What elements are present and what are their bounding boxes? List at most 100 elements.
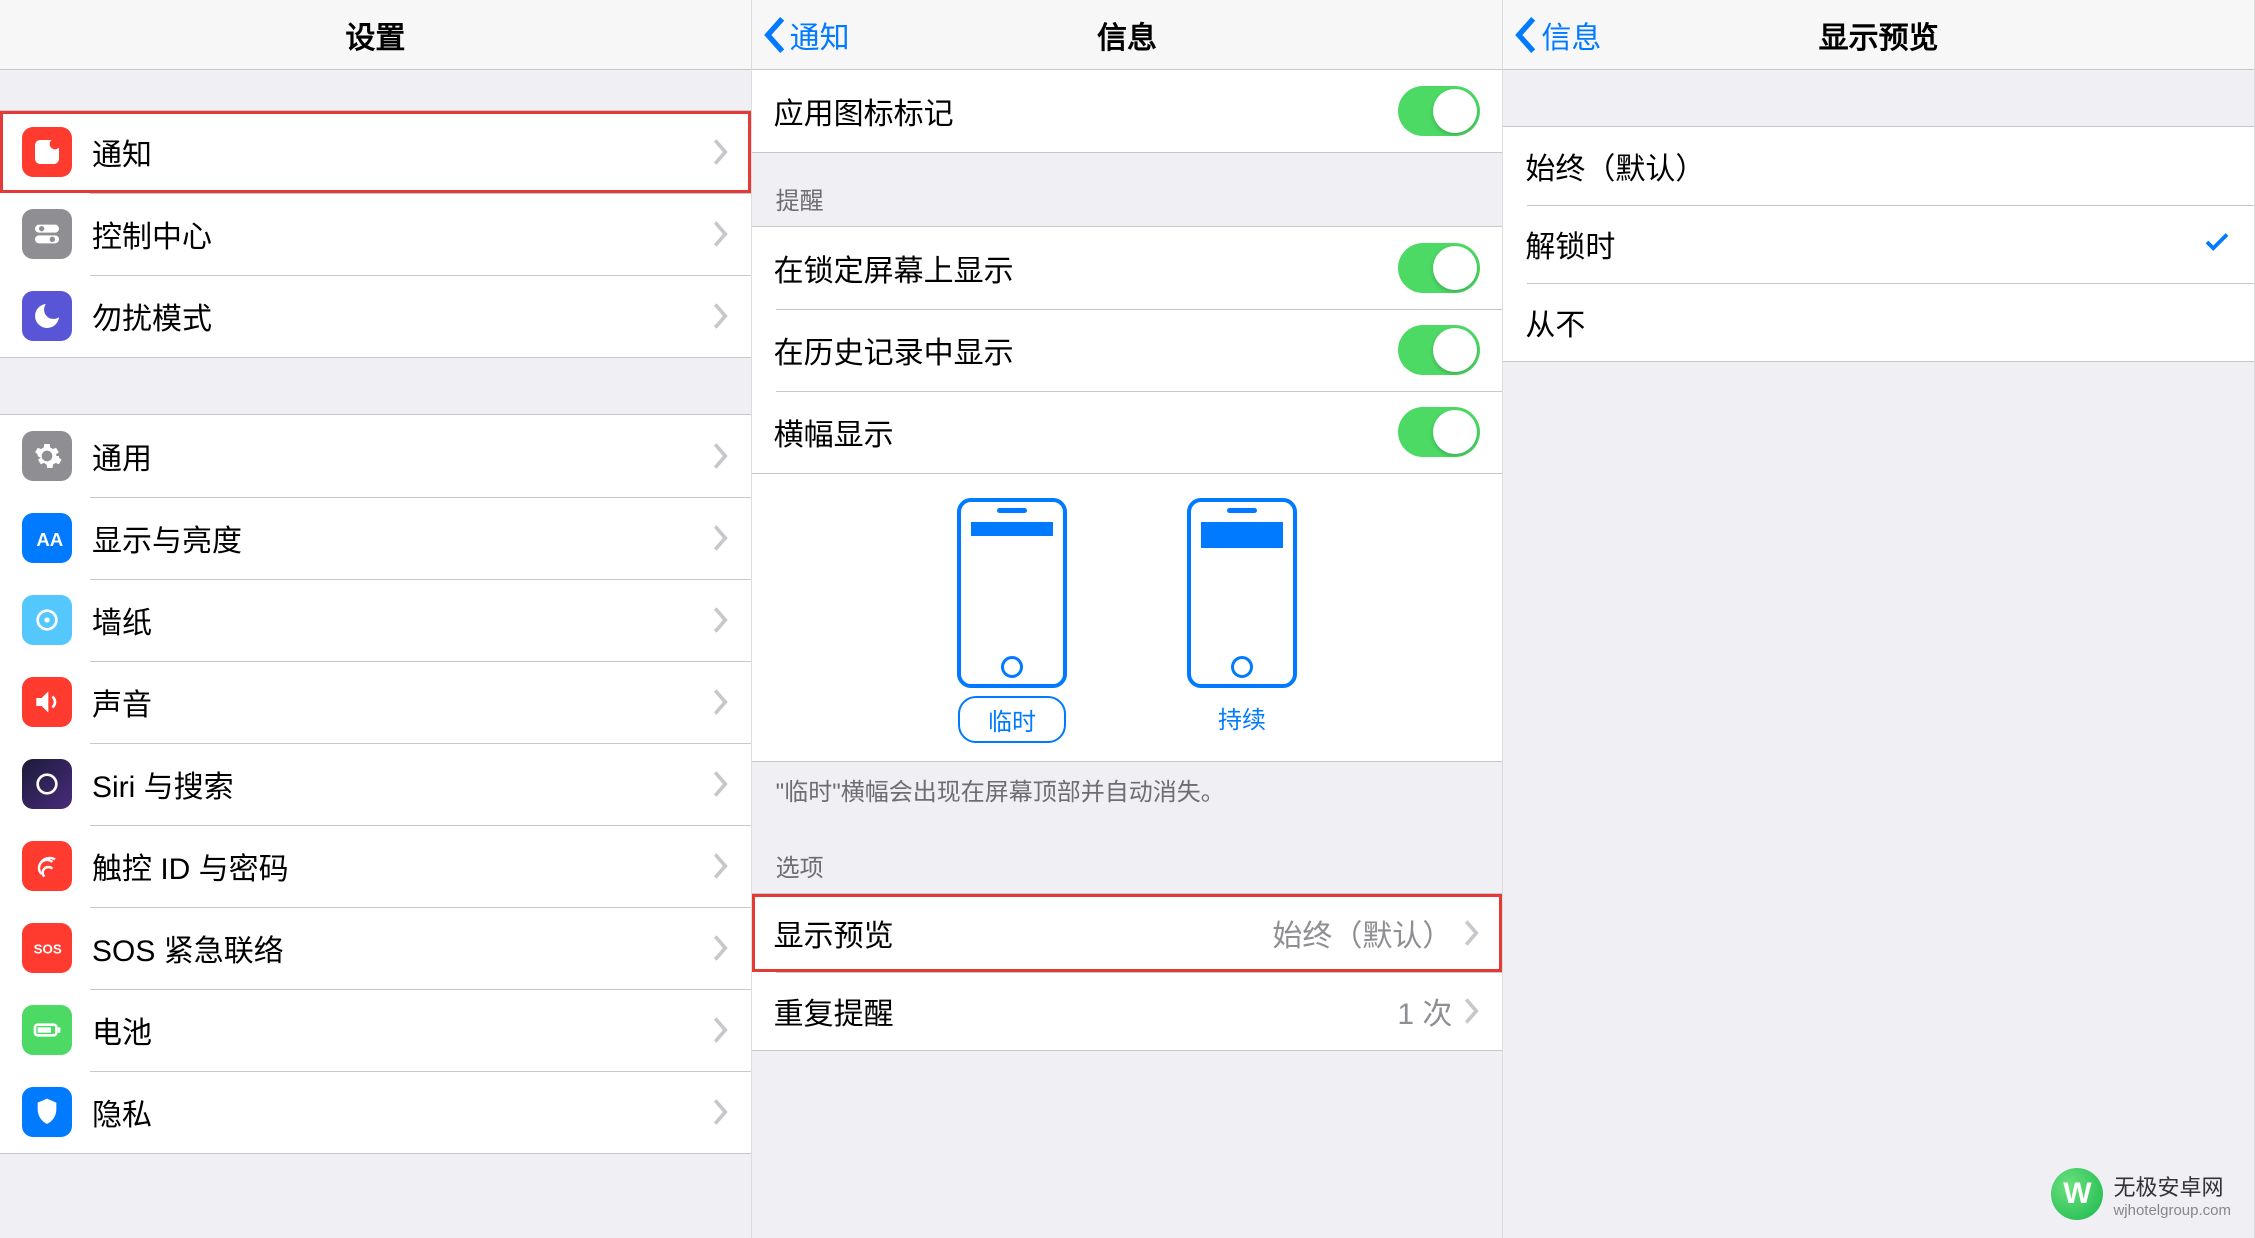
banner-temp-label: 临时 [958,696,1066,743]
row-label: 电池 [92,1008,713,1052]
options-group: 显示预览 始终（默认） 重复提醒 1 次 [752,893,1503,1051]
option-label: 解锁时 [1525,222,2202,266]
row-touchid[interactable]: 触控 ID 与密码 [0,825,751,907]
screen-show-preview: 信息 显示预览 始终（默认） 解锁时 从不 [1503,0,2255,1238]
phone-persistent-icon [1187,498,1297,688]
row-sos[interactable]: SOS SOS 紧急联络 [0,907,751,989]
row-siri[interactable]: Siri 与搜索 [0,743,751,825]
row-label: 触控 ID 与密码 [92,844,713,888]
watermark-logo-icon [2051,1168,2103,1220]
switch-lockscreen[interactable] [1398,243,1480,293]
row-label: 控制中心 [92,212,713,256]
sos-icon: SOS [22,923,72,973]
display-icon: AA [22,513,72,563]
row-label: 显示预览 [774,911,1273,955]
chevron-right-icon [713,1099,729,1125]
alerts-header: 提醒 [752,153,1503,226]
settings-body: 通知 控制中心 勿扰模式 通用 [0,70,751,1238]
chevron-right-icon [1464,920,1480,946]
chevron-right-icon [713,139,729,165]
row-label: 隐私 [92,1090,713,1134]
nav-bar: 信息 显示预览 [1503,0,2254,70]
switch-banner[interactable] [1398,407,1480,457]
banner-style-persistent[interactable]: 持续 [1187,498,1297,743]
phone-temporary-icon [957,498,1067,688]
row-value: 始终（默认） [1272,911,1452,955]
preview-body: 始终（默认） 解锁时 从不 [1503,70,2254,1238]
wallpaper-icon [22,595,72,645]
switch-history[interactable] [1398,325,1480,375]
notifications-icon [22,127,72,177]
nav-title: 设置 [345,13,405,57]
row-notifications[interactable]: 通知 [0,111,751,193]
battery-icon [22,1005,72,1055]
chevron-right-icon [1464,998,1480,1024]
chevron-right-icon [713,689,729,715]
chevron-right-icon [713,607,729,633]
row-badge[interactable]: 应用图标标记 [752,70,1503,152]
svg-text:SOS: SOS [34,941,62,956]
row-history[interactable]: 在历史记录中显示 [752,309,1503,391]
row-control-center[interactable]: 控制中心 [0,193,751,275]
alerts-group: 在锁定屏幕上显示 在历史记录中显示 横幅显示 [752,226,1503,474]
banner-persist-label: 持续 [1190,696,1294,739]
watermark: 无极安卓网 wjhotelgroup.com [2051,1168,2231,1220]
row-label: 墙纸 [92,598,713,642]
privacy-icon [22,1087,72,1137]
messages-body: 应用图标标记 提醒 在锁定屏幕上显示 在历史记录中显示 横幅显示 临时 [752,70,1503,1238]
row-label: 在锁定屏幕上显示 [774,246,1399,290]
banner-style-row: 临时 持续 [752,474,1503,762]
row-label: 横幅显示 [774,410,1399,454]
chevron-right-icon [713,935,729,961]
option-never[interactable]: 从不 [1503,283,2254,361]
row-sound[interactable]: 声音 [0,661,751,743]
chevron-right-icon [713,525,729,551]
option-label: 从不 [1525,300,2232,344]
screen-settings: 设置 通知 控制中心 勿扰模式 [0,0,752,1238]
sound-icon [22,677,72,727]
badge-group: 应用图标标记 [752,70,1503,153]
row-label: 通知 [92,130,713,174]
row-battery[interactable]: 电池 [0,989,751,1071]
row-privacy[interactable]: 隐私 [0,1071,751,1153]
siri-icon [22,759,72,809]
checkmark-icon [2202,227,2232,262]
row-label: SOS 紧急联络 [92,926,713,970]
chevron-right-icon [713,853,729,879]
option-always[interactable]: 始终（默认） [1503,127,2254,205]
row-lockscreen[interactable]: 在锁定屏幕上显示 [752,227,1503,309]
nav-bar: 设置 [0,0,751,70]
svg-text:AA: AA [36,529,63,550]
row-value: 1 次 [1397,989,1452,1033]
row-dnd[interactable]: 勿扰模式 [0,275,751,357]
control-center-icon [22,209,72,259]
touchid-icon [22,841,72,891]
back-label: 信息 [1541,13,1601,57]
chevron-right-icon [713,1017,729,1043]
row-general[interactable]: 通用 [0,415,751,497]
banner-style-temporary[interactable]: 临时 [957,498,1067,743]
watermark-en: wjhotelgroup.com [2113,1202,2231,1219]
options-header: 选项 [752,820,1503,893]
banner-footer: "临时"横幅会出现在屏幕顶部并自动消失。 [752,762,1503,820]
row-repeat[interactable]: 重复提醒 1 次 [752,972,1503,1050]
back-button[interactable]: 通知 [764,13,850,57]
switch-badge[interactable] [1398,86,1480,136]
row-wallpaper[interactable]: 墙纸 [0,579,751,661]
row-label: 在历史记录中显示 [774,328,1399,372]
row-label: 显示与亮度 [92,516,713,560]
option-when-unlocked[interactable]: 解锁时 [1503,205,2254,283]
option-label: 始终（默认） [1525,144,2232,188]
row-display[interactable]: AA 显示与亮度 [0,497,751,579]
row-label: 勿扰模式 [92,294,713,338]
row-banner[interactable]: 横幅显示 [752,391,1503,473]
back-label: 通知 [790,13,850,57]
settings-group-2: 通用 AA 显示与亮度 墙纸 声音 Siri 与搜索 [0,414,751,1154]
row-label: 通用 [92,434,713,478]
row-label: 重复提醒 [774,989,1398,1033]
preview-options: 始终（默认） 解锁时 从不 [1503,126,2254,362]
nav-bar: 通知 信息 [752,0,1503,70]
back-button[interactable]: 信息 [1515,13,1601,57]
row-show-preview[interactable]: 显示预览 始终（默认） [752,894,1503,972]
nav-title: 显示预览 [1819,13,1939,57]
